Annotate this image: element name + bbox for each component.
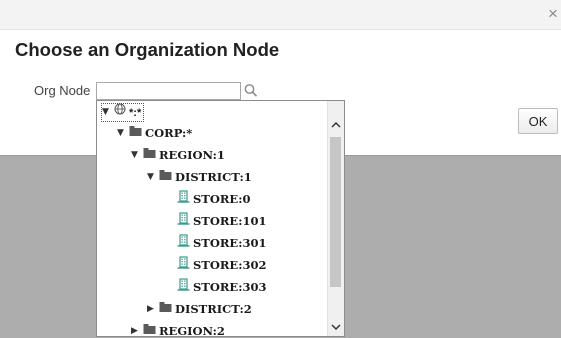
building-icon [177,255,190,275]
globe-icon [114,103,126,121]
tree-node-store[interactable]: STORE:101 [177,211,266,231]
tree-node-label: STORE:301 [193,236,267,250]
org-tree-dropdown[interactable]: ▼ *:* ▼ CORP:* ▼ REGION:1 ▼ DISTRICT:1 STORE… [96,100,345,337]
tree-node-label: STORE:0 [193,192,251,206]
tree-node-corp[interactable]: ▼ CORP:* [117,123,192,143]
expand-arrow-icon[interactable]: ▼ [131,145,143,165]
dialog-header-bar: × [0,0,561,30]
close-icon[interactable]: × [545,5,561,22]
tree-node-store[interactable]: STORE:303 [177,277,266,297]
tree-node-store[interactable]: STORE:301 [177,233,266,253]
tree-node-label: REGION:1 [159,148,225,162]
folder-icon [129,123,142,143]
scroll-down-icon[interactable] [328,319,344,335]
tree-node-label: REGION:2 [159,324,225,337]
scrollbar-thumb[interactable] [330,137,341,287]
tree-node-label: CORP:* [145,126,193,140]
folder-icon [143,145,156,165]
building-icon [177,189,190,209]
tree-scrollbar[interactable] [327,101,344,336]
building-icon [177,211,190,231]
expand-arrow-icon[interactable]: ▶ [131,321,143,336]
scroll-up-icon[interactable] [328,117,344,133]
tree-node-store[interactable]: STORE:302 [177,255,266,275]
org-node-input[interactable] [96,82,241,100]
tree-node-label: STORE:303 [193,280,267,294]
expand-arrow-icon[interactable]: ▼ [117,123,129,143]
tree-node-label: STORE:101 [193,214,267,228]
expand-arrow-icon[interactable]: ▼ [102,104,114,121]
ok-button[interactable]: OK [518,108,558,134]
expand-arrow-icon[interactable]: ▶ [147,299,159,319]
tree-node-label: *:* [129,106,142,119]
tree-node-district-1[interactable]: ▼ DISTRICT:1 [147,167,252,187]
building-icon [177,233,190,253]
tree-node-region-1[interactable]: ▼ REGION:1 [131,145,225,165]
tree-node-label: DISTRICT:1 [175,170,252,184]
folder-icon [159,167,172,187]
tree-node-region-2[interactable]: ▶ REGION:2 [131,321,225,337]
tree-node-label: STORE:302 [193,258,267,272]
tree-node-store[interactable]: STORE:0 [177,189,250,209]
search-icon[interactable] [243,82,259,100]
dialog-title: Choose an Organization Node [15,39,280,60]
folder-icon [143,321,156,336]
expand-arrow-icon[interactable]: ▼ [147,167,159,187]
tree-node-root[interactable]: ▼ *:* [101,103,145,122]
folder-icon [159,299,172,319]
building-icon [177,277,190,297]
tree-node-label: DISTRICT:2 [175,302,252,316]
tree-node-district-2[interactable]: ▶ DISTRICT:2 [147,299,252,319]
org-node-label: Org Node [34,83,91,98]
